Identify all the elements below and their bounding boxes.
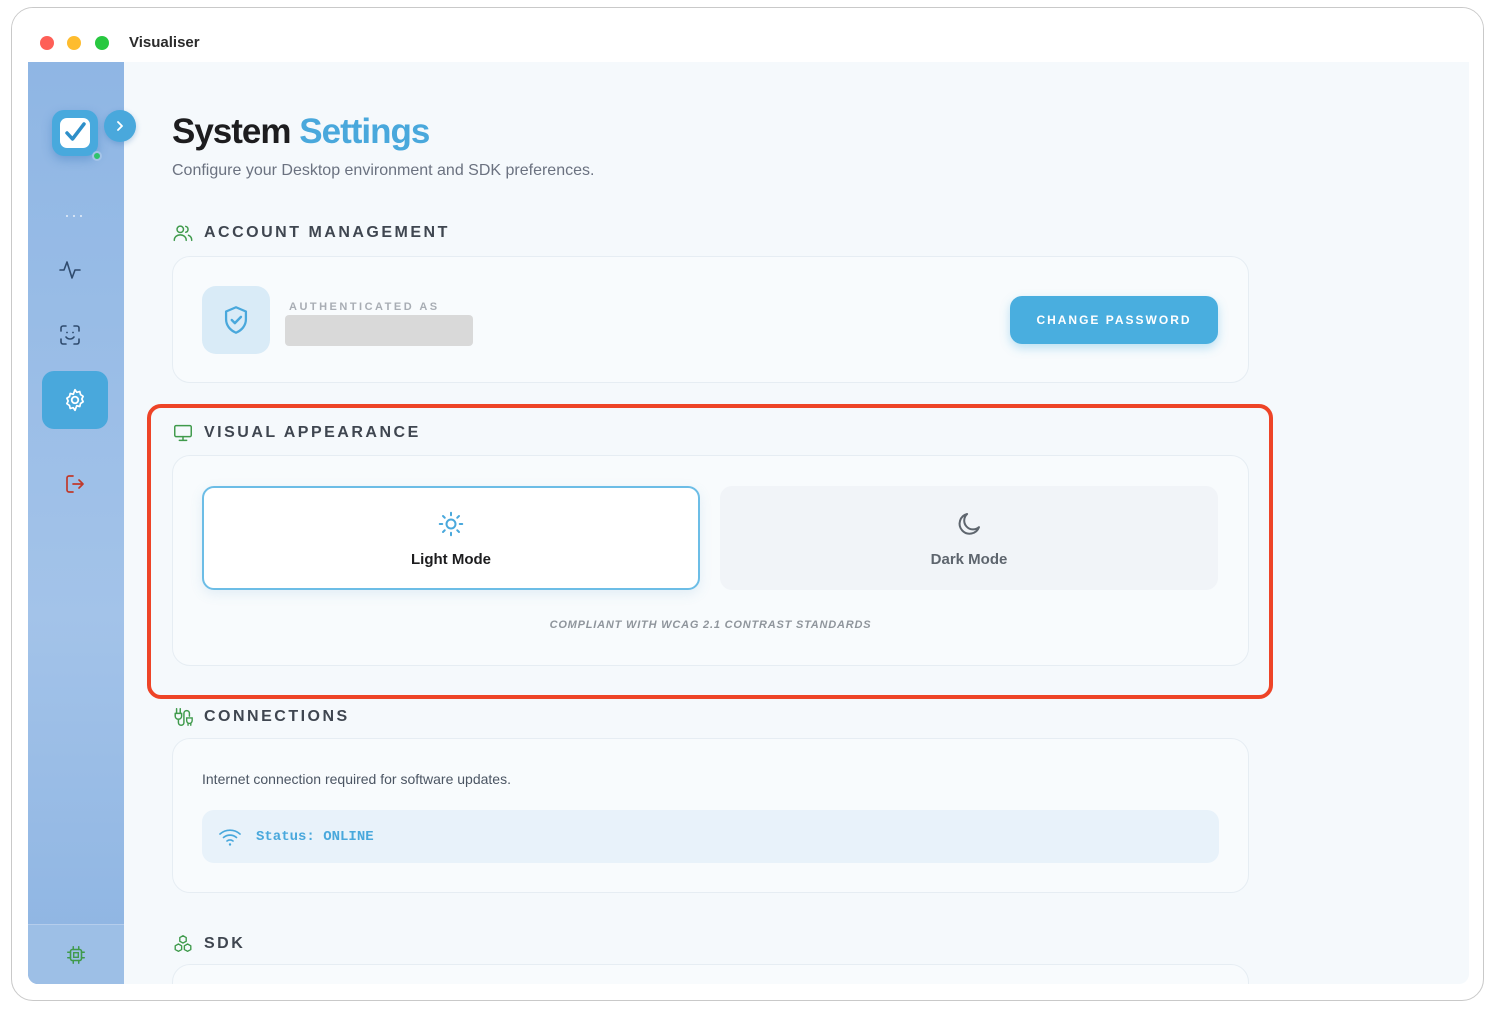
- page-title-accent: Settings: [299, 112, 430, 151]
- app-window: Visualiser ··· System Settings Configure…: [11, 7, 1484, 1001]
- section-account-header: ACCOUNT MANAGEMENT: [172, 222, 450, 244]
- connection-status-text: Status: ONLINE: [256, 828, 374, 845]
- gear-icon: [66, 388, 84, 412]
- sidebar-item-settings[interactable]: [42, 371, 108, 429]
- shield-badge: [202, 286, 270, 354]
- checkmark-icon: [65, 122, 86, 141]
- page-title-main: System: [172, 112, 292, 151]
- face-scan-icon: [60, 325, 80, 345]
- page-subtitle: Configure your Desktop environment and S…: [172, 162, 595, 179]
- sdk-card: [172, 964, 1249, 984]
- connections-card: Internet connection required for softwar…: [172, 738, 1249, 893]
- more-dots: ···: [64, 205, 85, 225]
- dark-mode-option[interactable]: Dark Mode: [720, 486, 1218, 590]
- title-bar: Visualiser: [12, 8, 1483, 62]
- section-sdk-header: SDK: [172, 933, 245, 955]
- redacted-username: [285, 315, 473, 346]
- section-appearance-title: VISUAL APPEARANCE: [204, 424, 421, 441]
- wifi-icon: [219, 828, 241, 846]
- light-mode-option[interactable]: Light Mode: [202, 486, 700, 590]
- plug-icon: [174, 708, 193, 726]
- section-connections-title: CONNECTIONS: [204, 708, 350, 725]
- logout-icon: [66, 475, 84, 493]
- section-appearance-header: VISUAL APPEARANCE: [172, 422, 421, 444]
- app-content: ··· System Settings Configure your Deskt…: [28, 62, 1469, 984]
- sidebar-footer: [28, 924, 124, 984]
- connection-status: Status: ONLINE: [202, 810, 1219, 863]
- activity-icon: [59, 261, 81, 279]
- close-window-button[interactable]: [40, 36, 54, 50]
- wcag-compliance-note: COMPLIANT WITH WCAG 2.1 CONTRAST STANDAR…: [549, 619, 872, 631]
- dark-mode-label: Dark Mode: [930, 550, 1008, 568]
- main-panel: System Settings Configure your Desktop e…: [124, 62, 1469, 984]
- window-title: Visualiser: [129, 34, 200, 51]
- app-logo[interactable]: [52, 110, 98, 156]
- users-icon: [173, 225, 193, 242]
- section-sdk-title: SDK: [204, 935, 246, 952]
- monitor-icon: [174, 424, 192, 442]
- section-account-title: ACCOUNT MANAGEMENT: [204, 224, 450, 241]
- page-title: System Settings: [172, 112, 430, 152]
- sidebar: ···: [28, 62, 136, 984]
- moon-icon: [958, 512, 980, 535]
- sun-icon: [438, 511, 464, 536]
- boxes-icon: [174, 935, 192, 953]
- connection-description: Internet connection required for softwar…: [202, 771, 511, 787]
- maximize-window-button[interactable]: [95, 36, 109, 50]
- shield-check-icon: [224, 306, 248, 334]
- appearance-card: Light Mode Dark Mode COMPLIANT WITH WCAG…: [172, 455, 1249, 666]
- sidebar-item-face-scan[interactable]: [56, 321, 84, 349]
- online-indicator: [92, 151, 102, 161]
- account-card: AUTHENTICATED AS CHANGE PASSWORD: [172, 256, 1249, 383]
- minimize-window-button[interactable]: [67, 36, 81, 50]
- sidebar-item-activity[interactable]: [56, 256, 84, 284]
- change-password-button[interactable]: CHANGE PASSWORD: [1010, 296, 1218, 344]
- light-mode-label: Light Mode: [411, 550, 491, 568]
- authenticated-as-label: AUTHENTICATED AS: [289, 301, 440, 313]
- chip-icon[interactable]: [65, 944, 87, 966]
- sidebar-item-logout[interactable]: [61, 470, 89, 498]
- section-connections-header: CONNECTIONS: [172, 706, 350, 728]
